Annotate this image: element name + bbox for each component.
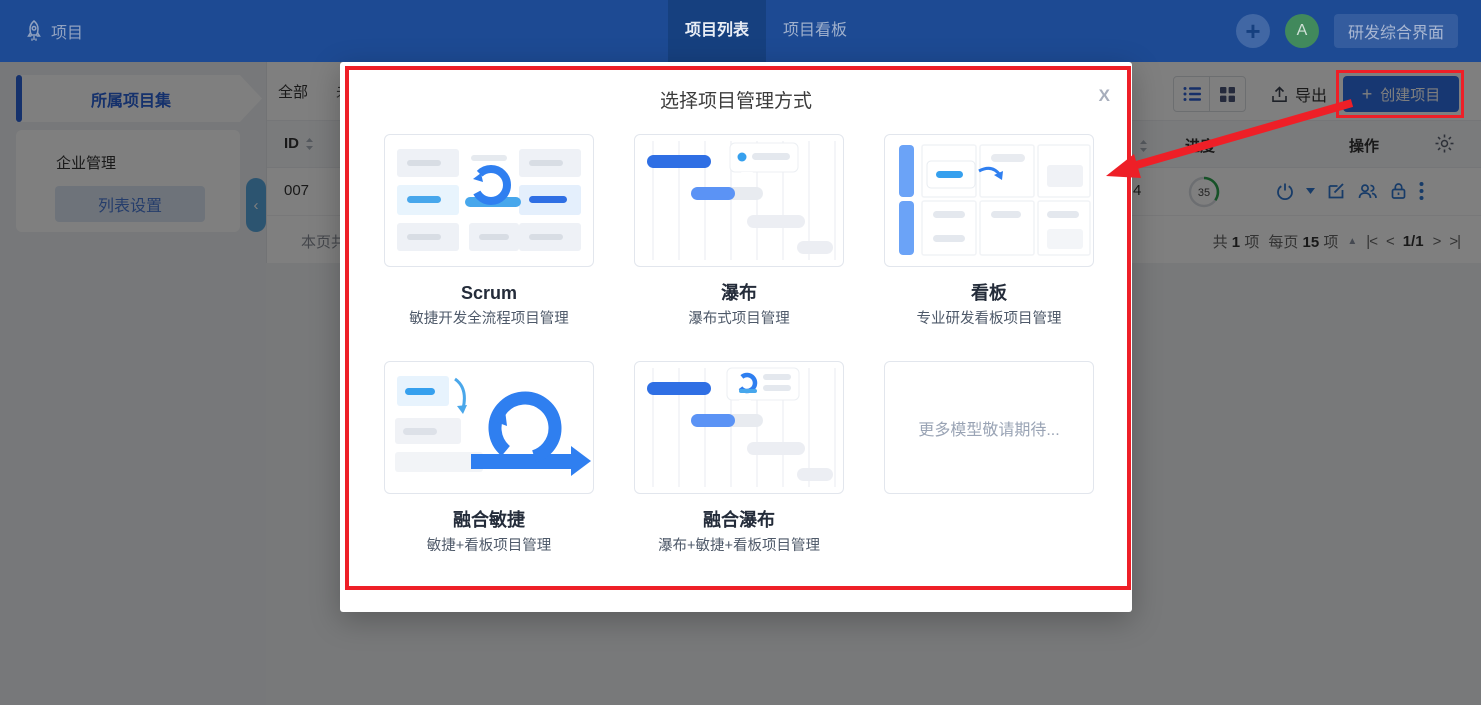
model-card-more: 更多模型敬请期待...	[884, 361, 1094, 555]
model-card-waterfall[interactable]: 瀑布 瀑布式项目管理	[634, 134, 844, 328]
card-name: 看板	[971, 283, 1007, 303]
card-desc: 瀑布式项目管理	[688, 311, 790, 327]
fusion-waterfall-illustration	[634, 361, 844, 494]
kanban-illustration	[884, 134, 1094, 267]
global-add-button[interactable]: +	[1235, 14, 1270, 48]
card-desc: 敏捷+看板项目管理	[426, 538, 552, 554]
app-brand: 项目	[25, 19, 83, 43]
model-card-kanban[interactable]: 看板 专业研发看板项目管理	[884, 134, 1094, 328]
avatar[interactable]: A	[1284, 14, 1319, 48]
card-desc: 敏捷开发全流程项目管理	[409, 311, 569, 327]
app-title: 项目	[51, 25, 84, 42]
card-name: 融合瀑布	[703, 510, 775, 530]
top-navigation-bar: 项目 项目列表 项目看板 + A 研发综合界面	[0, 0, 1481, 62]
choose-model-modal: 选择项目管理方式 X Scrum 敏捷开发全流程项目管理 瀑布 瀑布式项目管理 …	[340, 62, 1132, 612]
modal-title: 选择项目管理方式	[659, 91, 812, 112]
model-card-fusion-waterfall[interactable]: 融合瀑布 瀑布+敏捷+看板项目管理	[634, 361, 844, 555]
more-models-text: 更多模型敬请期待...	[918, 421, 1060, 439]
tab-project-board[interactable]: 项目看板	[766, 0, 864, 62]
model-card-scrum[interactable]: Scrum 敏捷开发全流程项目管理	[384, 134, 594, 328]
workspace-switch-button[interactable]: 研发综合界面	[1333, 14, 1458, 48]
fusion-agile-illustration	[384, 361, 594, 494]
waterfall-illustration	[634, 134, 844, 267]
rocket-icon	[27, 20, 41, 41]
tab-project-list[interactable]: 项目列表	[668, 0, 767, 62]
top-tabs: 项目列表 项目看板	[668, 0, 864, 62]
model-cards-grid: Scrum 敏捷开发全流程项目管理 瀑布 瀑布式项目管理 看板 专业研发看板项目…	[384, 134, 1094, 555]
card-name: 瀑布	[721, 283, 757, 303]
more-models-placeholder: 更多模型敬请期待...	[884, 361, 1094, 494]
close-icon: X	[1098, 86, 1110, 105]
card-name: Scrum	[460, 283, 518, 303]
model-card-fusion-agile[interactable]: 融合敏捷 敏捷+看板项目管理	[384, 361, 594, 555]
card-desc: 专业研发看板项目管理	[916, 311, 1062, 327]
card-name: 融合敏捷	[453, 510, 525, 530]
scrum-illustration	[384, 134, 594, 267]
plus-icon: +	[1245, 16, 1261, 46]
modal-close-button[interactable]: X	[1099, 86, 1110, 106]
card-desc: 瀑布+敏捷+看板项目管理	[658, 538, 820, 554]
